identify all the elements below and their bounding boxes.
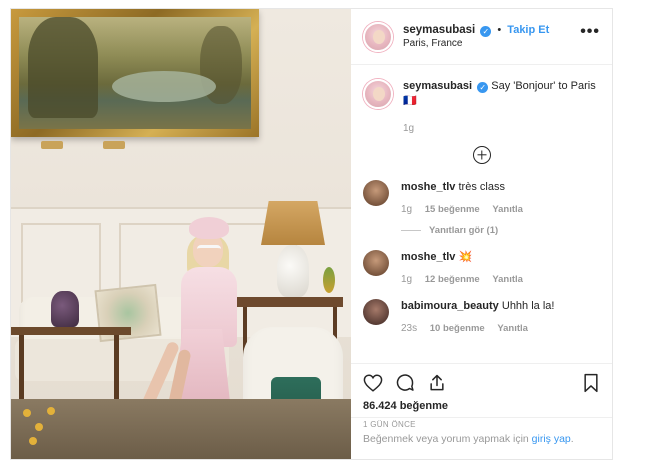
foreground-flower	[35, 423, 43, 431]
painting-frame	[11, 9, 259, 137]
comment-item: moshe_tlv 💥 1g 12 beğenme Yanıtla	[363, 250, 600, 285]
login-prompt: Beğenmek veya yorum yapmak için giriş ya…	[351, 417, 612, 459]
post-sidebar: seymasubasi ✓ • Takip Et Paris, France •…	[351, 9, 612, 459]
painting-pond	[111, 70, 217, 103]
comment-text: Uhhh la la!	[501, 300, 555, 312]
caption-username[interactable]: seymasubasi	[403, 80, 472, 92]
comment-username[interactable]: moshe_tlv	[401, 251, 455, 263]
comment-likes[interactable]: 12 beğenme	[425, 274, 480, 285]
comment-username[interactable]: moshe_tlv	[401, 181, 455, 193]
login-prompt-text: Beğenmek veya yorum yapmak için	[363, 432, 529, 445]
post-photo[interactable]	[11, 9, 351, 459]
author-username[interactable]: seymasubasi	[403, 24, 475, 36]
foreground-flower	[29, 437, 37, 445]
caption-text-block: seymasubasi ✓ Say 'Bonjour' to Paris 🇫🇷	[403, 79, 600, 109]
photo-floor	[11, 399, 351, 459]
comment-meta: 23s 10 beğenme Yanıtla	[401, 323, 554, 334]
comment-body: babimoura_beauty Uhhh la la! 23s 10 beğe…	[401, 299, 554, 334]
flower-vase	[51, 291, 79, 327]
comment-icon[interactable]	[395, 373, 415, 393]
post-caption: seymasubasi ✓ Say 'Bonjour' to Paris 🇫🇷	[363, 65, 600, 109]
comment-item: babimoura_beauty Uhhh la la! 23s 10 beğe…	[363, 299, 600, 334]
comment-text: 💥	[458, 251, 473, 263]
reply-button[interactable]: Yanıtla	[492, 274, 523, 285]
instagram-post: seymasubasi ✓ • Takip Et Paris, France •…	[10, 8, 613, 460]
follow-button[interactable]: Takip Et	[507, 24, 549, 36]
more-options-icon[interactable]: •••	[580, 24, 600, 40]
comment-meta: 1g 15 beğenme Yanıtla	[401, 204, 533, 215]
comment-username[interactable]: babimoura_beauty	[401, 300, 499, 312]
verified-badge-icon: ✓	[477, 82, 489, 93]
post-location[interactable]: Paris, France	[403, 37, 549, 50]
verified-badge-icon: ✓	[480, 25, 492, 37]
commenter-avatar[interactable]	[363, 180, 389, 206]
foreground-flower	[23, 409, 31, 417]
likes-count[interactable]: 86.424 beğenme	[363, 400, 600, 412]
action-icons	[363, 372, 600, 394]
replies-dash	[401, 230, 421, 231]
lamp-shade	[261, 201, 325, 245]
caption-time[interactable]: 1g	[403, 123, 600, 134]
comments-list[interactable]: seymasubasi ✓ Say 'Bonjour' to Paris 🇫🇷 …	[351, 65, 612, 363]
coffee-table	[11, 327, 131, 335]
bookmark-icon[interactable]	[582, 373, 600, 393]
woman-glasses	[197, 245, 221, 253]
comment-time[interactable]: 23s	[401, 323, 417, 334]
login-prompt-period: .	[570, 432, 574, 445]
heart-icon[interactable]	[363, 374, 383, 392]
side-table	[237, 297, 343, 307]
painting-tree	[28, 17, 98, 118]
wall-sconce	[41, 141, 63, 149]
commenter-avatar[interactable]	[363, 250, 389, 276]
comment-body: moshe_tlv très class 1g 15 beğenme Yanıt…	[401, 180, 533, 236]
lamp-base	[277, 245, 309, 297]
comment-item: moshe_tlv très class 1g 15 beğenme Yanıt…	[363, 180, 600, 236]
load-more-comments-icon[interactable]	[472, 146, 491, 164]
comment-time[interactable]: 1g	[401, 204, 412, 215]
author-info: seymasubasi ✓ • Takip Et Paris, France	[403, 24, 549, 50]
commenter-avatar[interactable]	[363, 299, 389, 325]
landscape-painting	[19, 17, 251, 129]
post-header: seymasubasi ✓ • Takip Et Paris, France •…	[351, 9, 612, 65]
view-replies-label: Yanıtları gör (1)	[429, 225, 499, 236]
pink-beret	[189, 217, 229, 239]
view-replies-button[interactable]: Yanıtları gör (1)	[401, 225, 533, 236]
comment-text: très class	[458, 181, 505, 193]
author-avatar[interactable]	[363, 21, 393, 52]
reply-button[interactable]: Yanıtla	[497, 323, 528, 334]
separator-dot: •	[497, 23, 502, 36]
wall-sconce	[103, 141, 125, 149]
comment-time[interactable]: 1g	[401, 274, 412, 285]
foreground-flower	[47, 407, 55, 415]
comment-likes[interactable]: 10 beğenme	[430, 323, 485, 334]
comment-body: moshe_tlv 💥 1g 12 beğenme Yanıtla	[401, 250, 533, 285]
caption-avatar[interactable]	[363, 79, 393, 109]
reply-button[interactable]: Yanıtla	[492, 204, 523, 215]
login-link[interactable]: giriş yap	[532, 433, 571, 445]
bird-figurine	[323, 267, 335, 293]
comment-likes[interactable]: 15 beğenme	[425, 204, 480, 215]
comment-meta: 1g 12 beğenme Yanıtla	[401, 274, 533, 285]
share-icon[interactable]	[427, 373, 447, 393]
